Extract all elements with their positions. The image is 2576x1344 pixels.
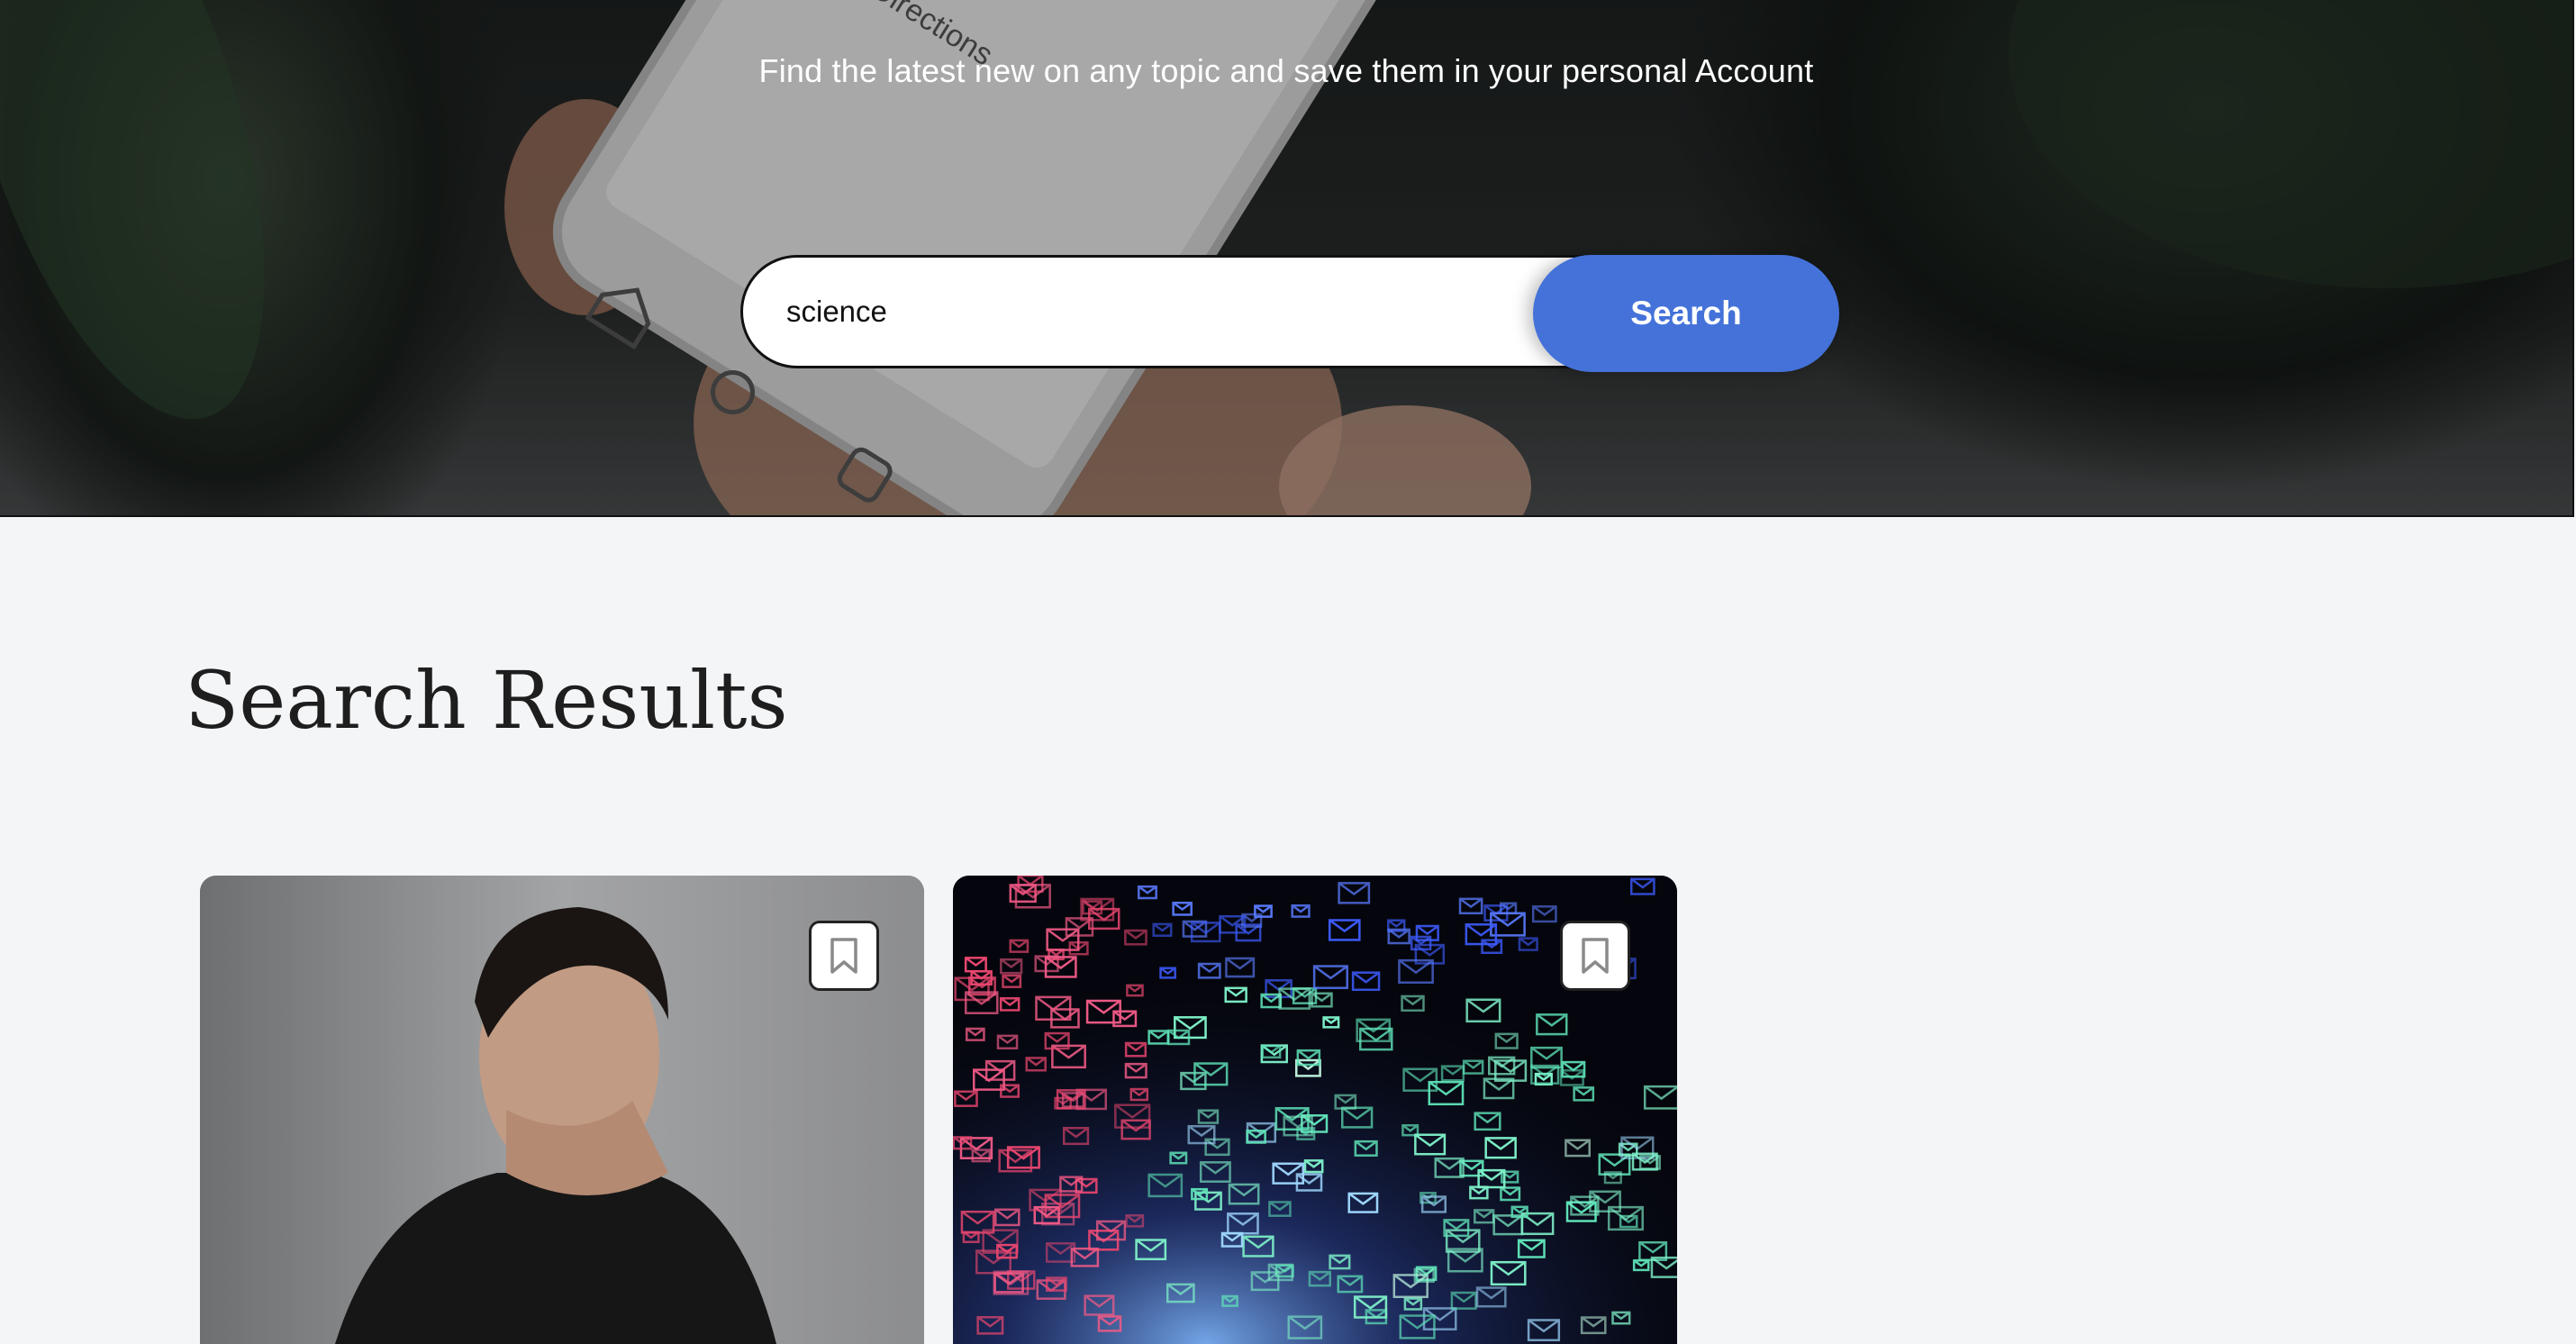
- bookmark-icon: [1582, 938, 1609, 974]
- search-form: Search: [740, 255, 1839, 372]
- hero-tagline: Find the latest new on any topic and sav…: [758, 52, 1814, 89]
- search-button[interactable]: Search: [1533, 255, 1839, 372]
- result-card[interactable]: [953, 876, 1677, 1344]
- bookmark-button[interactable]: [809, 921, 879, 991]
- hero-banner: Website clicks Emails Get Directions Fin…: [0, 0, 2574, 517]
- page-title: Search Results: [185, 654, 788, 747]
- result-card[interactable]: [200, 876, 924, 1344]
- bookmark-button[interactable]: [1560, 921, 1630, 991]
- bookmark-icon: [830, 938, 857, 974]
